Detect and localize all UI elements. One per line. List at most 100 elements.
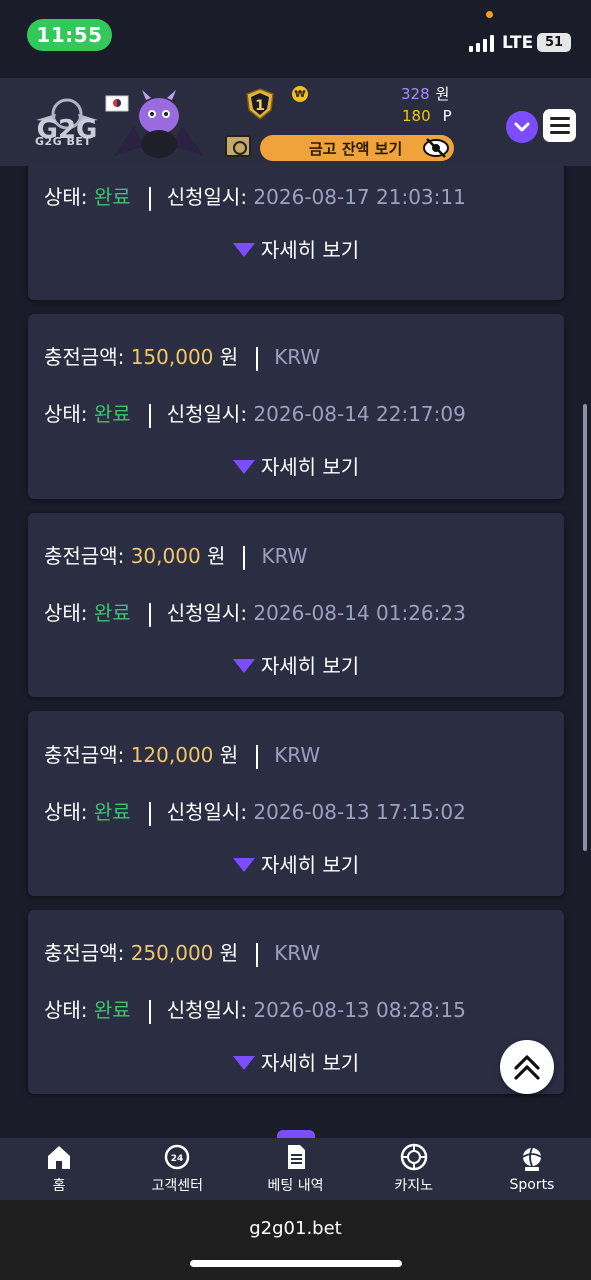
triangle-down-icon — [232, 242, 255, 257]
requested-at-label: 신청일시: — [166, 998, 248, 1022]
triangle-down-icon — [232, 1055, 255, 1070]
status-label: 상태: — [44, 601, 88, 625]
nav-item-support[interactable]: 24 고객센터 — [118, 1138, 236, 1200]
status-label: 상태: — [44, 998, 88, 1022]
status-label: 상태: — [44, 402, 88, 426]
detail-label: 자세히 보기 — [260, 455, 360, 479]
requested-at-value: 2026-08-14 01:26:23 — [253, 601, 466, 625]
currency-code: KRW — [274, 743, 321, 767]
detail-label: 자세히 보기 — [260, 238, 360, 262]
deposit-card: 충전금액: 30,000 원 KRW 상태: 완료 신청일시: 2026-08-14… — [28, 513, 564, 697]
triangle-down-icon — [232, 857, 255, 872]
detail-label: 자세히 보기 — [260, 1051, 360, 1075]
deposit-status-row: 상태: 완료 신청일시: 2026-08-13 17:15:02 — [44, 796, 466, 826]
status-bar: 11:55 LTE 51 — [0, 0, 591, 78]
safe-balance-label: 금고 잔액 보기 — [309, 139, 403, 158]
detail-label: 자세히 보기 — [260, 654, 360, 678]
triangle-down-icon — [232, 658, 255, 673]
amount-unit: 원 — [219, 345, 239, 369]
amount-label: 충전금액: — [44, 345, 125, 369]
dropdown-toggle-button[interactable] — [506, 111, 538, 143]
svg-text:24: 24 — [171, 1154, 184, 1164]
requested-at-value: 2026-08-17 21:03:11 — [253, 185, 466, 209]
detail-toggle[interactable]: 자세히 보기 — [28, 1047, 564, 1076]
nav-item-casino[interactable]: 카지노 — [355, 1138, 473, 1200]
amount-value: 120,000 — [130, 743, 214, 767]
requested-at-label: 신청일시: — [166, 185, 248, 209]
nav-item-sports[interactable]: Sports — [473, 1138, 591, 1200]
detail-toggle[interactable]: 자세히 보기 — [28, 451, 564, 480]
hamburger-menu-button[interactable] — [543, 109, 576, 142]
status-value: 완료 — [93, 998, 131, 1022]
money-balance-unit: 원 — [435, 85, 450, 103]
point-balance-value: 180 — [402, 107, 431, 125]
amount-unit: 원 — [219, 743, 239, 767]
home-icon — [48, 1146, 71, 1169]
deposit-amount-row: 충전금액: 120,000 원 KRW — [44, 739, 320, 769]
eye-off-icon[interactable] — [423, 137, 449, 159]
nav-label: Sports — [509, 1177, 555, 1193]
requested-at-value: 2026-08-13 08:28:15 — [253, 998, 466, 1022]
sports-ball-icon — [522, 1147, 542, 1171]
deposit-status-row: 상태: 완료 신청일시: 2026-08-13 08:28:15 — [44, 994, 466, 1024]
nav-label: 카지노 — [394, 1178, 434, 1194]
status-value: 완료 — [93, 800, 131, 824]
chevron-down-icon — [514, 122, 530, 132]
deposit-status-row: 상태: 완료 신청일시: 2026-08-17 21:03:11 — [44, 181, 466, 211]
battery-icon: 51 — [537, 33, 571, 52]
deposit-history-list[interactable]: 상태: 완료 신청일시: 2026-08-17 21:03:11 자세히 보기 충… — [0, 166, 591, 1138]
detail-toggle[interactable]: 자세히 보기 — [28, 234, 564, 263]
url-text[interactable]: g2g01.bet — [0, 1218, 591, 1239]
browser-address-bar[interactable]: g2g01.bet — [0, 1200, 591, 1280]
rank-shield-icon: 1 — [246, 88, 274, 120]
requested-at-label: 신청일시: — [166, 601, 248, 625]
nav-label: 베팅 내역 — [267, 1178, 324, 1194]
site-header: G2G G2G BET 1 ₩ 328 원 180 P 금고 잔액 보기 — [0, 78, 591, 166]
safe-balance-button[interactable]: 금고 잔액 보기 — [260, 135, 454, 161]
requested-at-label: 신청일시: — [166, 402, 248, 426]
point-balance-unit: P — [442, 107, 452, 125]
detail-toggle[interactable]: 자세히 보기 — [28, 650, 564, 679]
requested-at-label: 신청일시: — [166, 800, 248, 824]
currency-code: KRW — [261, 544, 308, 568]
won-coin-icon: ₩ — [292, 86, 308, 102]
currency-code: KRW — [274, 941, 321, 965]
nav-item-bet-history[interactable]: 베팅 내역 — [236, 1138, 354, 1200]
deposit-amount-row: 충전금액: 250,000 원 KRW — [44, 937, 320, 967]
point-balance: 180 P — [402, 107, 452, 125]
home-indicator[interactable] — [190, 1260, 402, 1267]
currency-code: KRW — [274, 345, 321, 369]
status-label: 상태: — [44, 185, 88, 209]
deposit-amount-row: 충전금액: 30,000 원 KRW — [44, 540, 307, 570]
double-chevron-up-icon — [514, 1055, 540, 1080]
deposit-card: 충전금액: 120,000 원 KRW 상태: 완료 신청일시: 2026-08-1… — [28, 711, 564, 896]
amount-label: 충전금액: — [44, 743, 125, 767]
amount-unit: 원 — [207, 544, 226, 568]
logo-text: G2G BET — [35, 135, 92, 148]
privacy-indicator-dot — [486, 11, 493, 18]
deposit-status-row: 상태: 완료 신청일시: 2026-08-14 22:17:09 — [44, 398, 466, 428]
network-type: LTE — [502, 33, 534, 53]
document-icon — [287, 1145, 305, 1169]
status-value: 완료 — [93, 185, 131, 209]
amount-value: 250,000 — [130, 941, 214, 965]
amount-value: 150,000 — [130, 345, 214, 369]
detail-toggle[interactable]: 자세히 보기 — [28, 849, 564, 878]
deposit-card: 상태: 완료 신청일시: 2026-08-17 21:03:11 자세히 보기 — [28, 166, 564, 300]
scroll-to-top-button[interactable] — [500, 1040, 554, 1094]
amount-value: 30,000 — [130, 544, 201, 568]
deposit-status-row: 상태: 완료 신청일시: 2026-08-14 01:26:23 — [44, 597, 466, 627]
safe-icon[interactable] — [225, 135, 251, 157]
nav-label: 고객센터 — [151, 1178, 204, 1194]
status-value: 완료 — [93, 601, 131, 625]
signal-icon — [469, 34, 494, 52]
amount-label: 충전금액: — [44, 941, 125, 965]
nav-item-home[interactable]: 홈 — [0, 1138, 118, 1200]
amount-label: 충전금액: — [44, 544, 125, 568]
bottom-navigation: 홈 24 고객센터 베팅 내역 카지노 Sports — [0, 1138, 591, 1200]
scrollbar[interactable] — [583, 404, 587, 851]
deposit-card: 충전금액: 250,000 원 KRW 상태: 완료 신청일시: 2026-08-1… — [28, 910, 564, 1094]
status-label: 상태: — [44, 800, 88, 824]
status-value: 완료 — [93, 402, 131, 426]
triangle-down-icon — [232, 459, 255, 474]
